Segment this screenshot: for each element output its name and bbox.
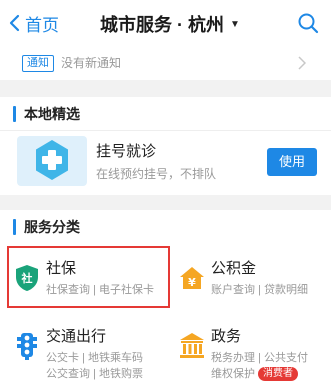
chevron-left-icon (9, 14, 20, 32)
back-button[interactable]: 首页 (8, 12, 59, 35)
notice-text: 没有新通知 (61, 56, 122, 70)
service-subtitle: 账户查询 | 贷款明细 (211, 284, 308, 296)
service-subtitle-2: 维权保护 消费者 (211, 367, 298, 381)
page-title: 城市服务 · 杭州 (100, 15, 224, 35)
service-housing-fund[interactable]: ¥ 公积金 账户查询 | 贷款明细 (165, 247, 330, 313)
service-name: 政务 (211, 328, 242, 345)
featured-description: 在线预约挂号，不排队 (96, 167, 217, 181)
featured-title: 挂号就诊 (96, 143, 157, 160)
selection-highlight (7, 246, 170, 308)
svg-text:¥: ¥ (188, 276, 196, 289)
consumer-badge: 消费者 (258, 367, 298, 381)
section-title: 本地精选 (24, 106, 80, 122)
section-accent-bar (13, 219, 16, 235)
caret-down-icon: ▼ (230, 18, 240, 30)
service-government-affairs[interactable]: 政务 税务办理 | 公共支付 维权保护 消费者 (165, 315, 330, 381)
search-icon[interactable] (297, 12, 319, 34)
service-name: 交通出行 (46, 328, 107, 345)
notice-bar[interactable]: 通知 没有新通知 (0, 46, 331, 80)
back-label: 首页 (25, 15, 59, 35)
local-picks-header: 本地精选 (0, 97, 331, 131)
service-subtitle: 税务办理 | 公共支付 (211, 352, 308, 364)
featured-service-card[interactable]: 挂号就诊 在线预约挂号，不排队 使用 (0, 131, 331, 195)
service-subtitle-2: 公交查询 | 地铁购票 (46, 368, 143, 380)
top-bar: 首页 城市服务 · 杭州 ▼ (0, 0, 331, 46)
chevron-right-icon (298, 56, 306, 70)
section-title: 服务分类 (24, 219, 80, 235)
city-selector[interactable]: 城市服务 · 杭州 ▼ (100, 12, 240, 36)
service-subtitle: 公交卡 | 地铁乘车码 (46, 352, 143, 364)
notice-tag: 通知 (22, 55, 54, 72)
use-button[interactable]: 使用 (267, 148, 317, 176)
service-subtitle-text: 维权保护 (211, 368, 255, 380)
service-name: 公积金 (211, 260, 257, 277)
government-building-icon (180, 333, 204, 358)
medical-cross-icon (17, 136, 87, 186)
section-accent-bar (13, 106, 16, 122)
house-yuan-icon: ¥ (180, 267, 204, 289)
service-transportation[interactable]: 交通出行 公交卡 | 地铁乘车码 公交查询 | 地铁购票 (0, 315, 165, 381)
traffic-light-icon (17, 333, 37, 360)
